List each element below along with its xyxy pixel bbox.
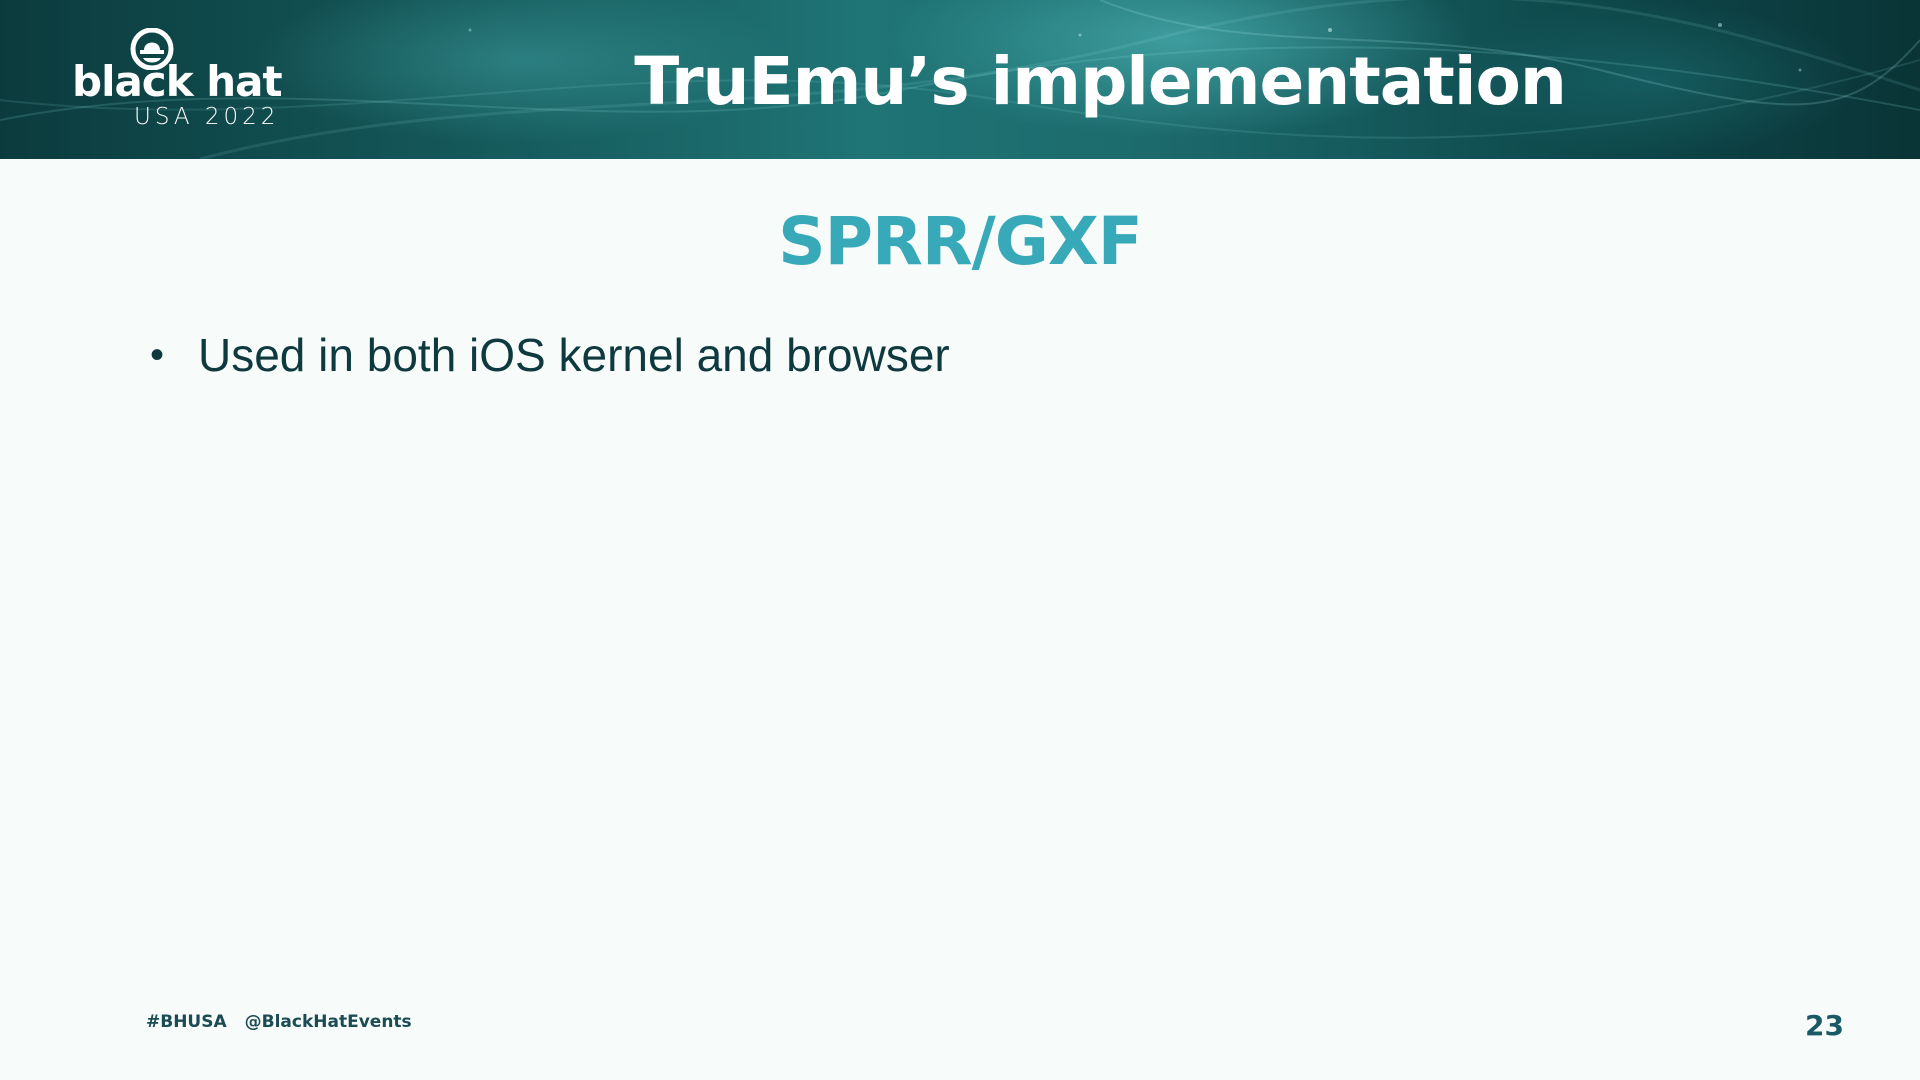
bullet-text: Used in both iOS kernel and browser	[198, 329, 950, 381]
logo-brand-text: black hat	[72, 57, 283, 106]
header-banner: black hat USA 2022 TruEmu’s implementati…	[0, 0, 1920, 159]
footer-handle: @BlackHatEvents	[244, 1012, 412, 1032]
logo-edition-text: USA 2022	[134, 104, 280, 130]
section-subtitle: SPRR/GXF	[778, 203, 1143, 280]
footer-hashtag: #BHUSA	[146, 1012, 227, 1032]
footer-social-tags: #BHUSA @BlackHatEvents	[146, 1010, 412, 1034]
bullet-item: • Used in both iOS kernel and browser	[148, 324, 950, 386]
slide: black hat USA 2022 TruEmu’s implementati…	[0, 0, 1920, 1080]
blackhat-logo: black hat USA 2022	[72, 28, 322, 138]
bullet-marker: •	[150, 333, 165, 377]
slide-title: TruEmu’s implementation	[634, 43, 1567, 120]
page-number: 23	[1805, 1009, 1844, 1042]
bullet-list: • Used in both iOS kernel and browser	[148, 324, 950, 386]
